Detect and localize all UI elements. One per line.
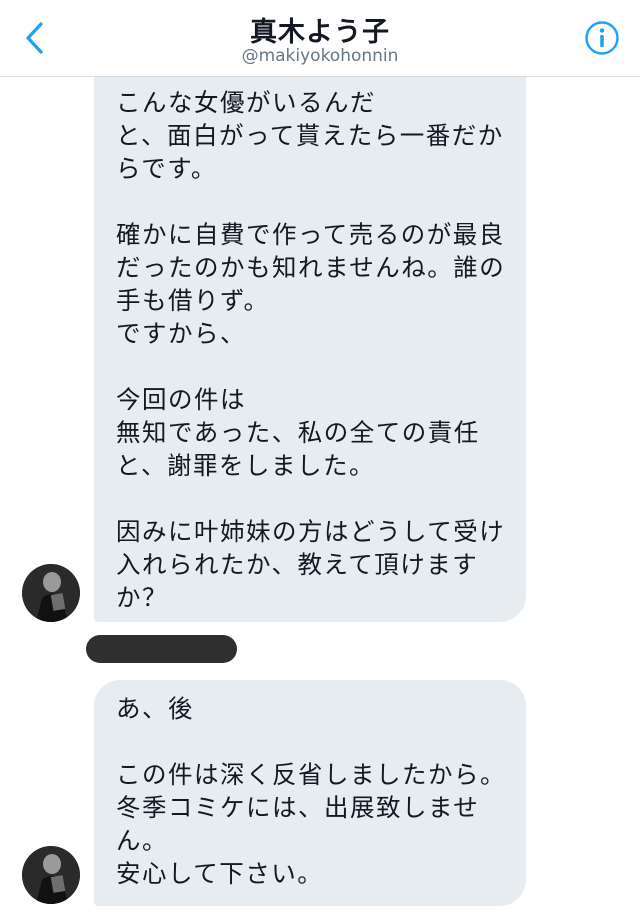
message-bubble: あ、後 この件は深く反省しましたから。 冬季コミケには、出展致しませ ん。 安心… xyxy=(94,680,526,906)
message-line: と、謝罪をしました。 xyxy=(116,451,376,480)
info-icon xyxy=(585,21,619,55)
sender-avatar[interactable] xyxy=(22,564,80,622)
message-line: こんな女優がいるんだ xyxy=(116,88,376,117)
message-line: 無知であった、私の全ての責任 xyxy=(116,418,480,447)
avatar-photo xyxy=(22,846,80,904)
message-line: と、面白がって貰えたら一番だか xyxy=(116,121,504,150)
message-line: この件は深く反省しましたから。 xyxy=(116,760,506,789)
message-line: らです。 xyxy=(116,154,217,183)
message-line: ん。 xyxy=(116,826,168,855)
sender-avatar[interactable] xyxy=(22,846,80,904)
message-line: 安心して下さい。 xyxy=(116,859,324,888)
conversation-header: 真木よう子 @makiyokohonnin xyxy=(0,0,640,77)
avatar-photo xyxy=(22,564,80,622)
message-line: 手も借りず。 xyxy=(116,286,270,315)
redacted-bar xyxy=(86,635,237,663)
info-button[interactable] xyxy=(584,20,620,56)
message-line xyxy=(116,185,526,218)
message-line: か？ xyxy=(116,583,168,612)
message-line: 因みに叶姉妹の方はどうして受け xyxy=(116,517,506,546)
message-line: あ、後 xyxy=(116,694,194,723)
message-line: 入れられたか、教えて頂けます xyxy=(116,550,479,579)
message-bubble: こんな女優がいるんだ と、面白がって貰えたら一番だか らです。 確かに自費で作っ… xyxy=(94,40,526,622)
message-line: ですから、 xyxy=(116,319,246,348)
message-line: だったのかも知れませんね。誰の xyxy=(116,253,506,282)
message-line: 冬季コミケには、出展致しませ xyxy=(116,793,480,822)
message-line xyxy=(116,725,526,758)
conversation-title: 真木よう子 xyxy=(250,17,390,48)
dm-conversation-screen: こんな女優がいるんだ と、面白がって貰えたら一番だか らです。 確かに自費で作っ… xyxy=(0,0,640,916)
message-line xyxy=(116,482,526,515)
message-line: 確かに自費で作って売るのが最良 xyxy=(116,220,505,249)
message-line: 今回の件は xyxy=(116,385,246,414)
conversation-handle: @makiyokohonnin xyxy=(241,46,399,66)
message-line xyxy=(116,350,526,383)
